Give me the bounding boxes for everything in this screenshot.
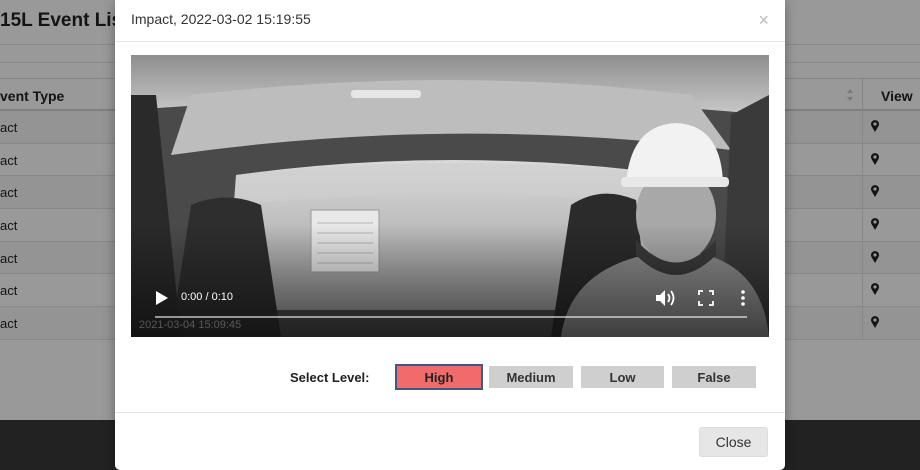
- level-false-button[interactable]: False: [672, 366, 756, 388]
- level-high-button[interactable]: High: [395, 364, 483, 390]
- close-icon[interactable]: ×: [758, 11, 769, 29]
- modal-header: Impact, 2022-03-02 15:19:55 ×: [115, 0, 785, 42]
- more-vertical-icon[interactable]: [739, 289, 747, 307]
- close-button[interactable]: Close: [699, 427, 768, 457]
- video-player[interactable]: 2021-03-04 15:09:45 0:00 / 0:10: [131, 55, 769, 337]
- video-seek-bar[interactable]: [155, 316, 747, 318]
- modal-title: Impact, 2022-03-02 15:19:55: [131, 11, 311, 27]
- volume-icon[interactable]: [655, 289, 677, 307]
- video-controls: 0:00 / 0:10: [131, 55, 769, 337]
- level-selector: Select Level: High Medium Low False: [115, 364, 785, 390]
- fullscreen-icon[interactable]: [698, 290, 714, 306]
- video-time: 0:00 / 0:10: [181, 291, 233, 303]
- play-icon[interactable]: [155, 290, 169, 306]
- select-level-label: Select Level:: [290, 370, 370, 385]
- modal-footer: Close: [115, 412, 785, 470]
- level-medium-button[interactable]: Medium: [489, 366, 573, 388]
- level-low-button[interactable]: Low: [581, 366, 664, 388]
- event-video-modal: Impact, 2022-03-02 15:19:55 × 2021-03-04…: [115, 0, 785, 470]
